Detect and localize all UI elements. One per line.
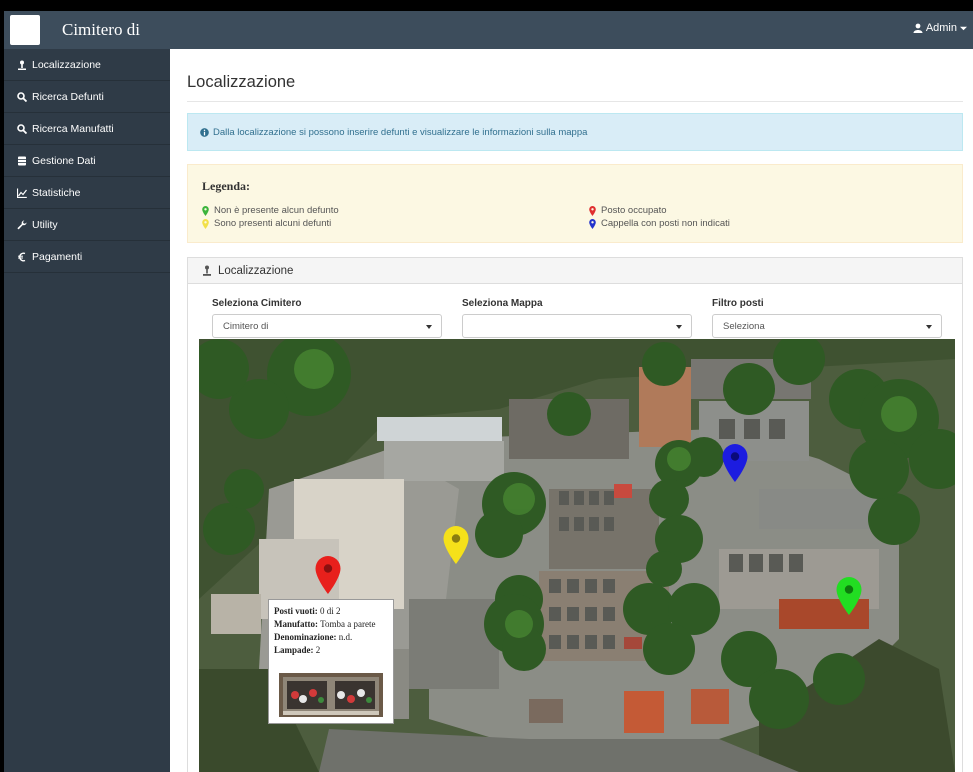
top-navbar: Cimitero di Admin xyxy=(4,11,973,49)
sidebar: Localizzazione Ricerca Defunti Ricerca M… xyxy=(4,49,170,772)
user-icon xyxy=(913,23,923,33)
marker-green-shape xyxy=(836,577,862,615)
mappa-label: Seleziona Mappa xyxy=(462,298,543,309)
popup-manufatto-label: Manufatto: xyxy=(274,619,318,629)
logo[interactable] xyxy=(10,15,40,45)
sidebar-item-label: Utility xyxy=(32,218,58,231)
cimitero-select[interactable]: Cimitero di xyxy=(212,314,442,338)
sidebar-item-statistiche[interactable]: Statistiche xyxy=(4,177,170,209)
marker-blue-shape xyxy=(722,444,748,482)
sidebar-item-gestione-dati[interactable]: Gestione Dati xyxy=(4,145,170,177)
map-marker-icon xyxy=(589,205,596,216)
legend-item-empty: Non è presente alcun defunto xyxy=(202,205,339,216)
popup-lampade: Lampade: 2 xyxy=(274,644,388,657)
brand-title[interactable]: Cimitero di xyxy=(62,20,140,40)
map-marker-icon xyxy=(202,205,209,216)
popup-posti: Posti vuoti: 0 di 2 xyxy=(274,605,388,618)
sidebar-item-label: Ricerca Manufatti xyxy=(32,122,114,135)
marker-popup[interactable]: Posti vuoti: 0 di 2 Manufatto: Tomba a p… xyxy=(268,599,394,724)
sidebar-item-label: Gestione Dati xyxy=(32,154,96,167)
caret-down-icon xyxy=(960,26,967,30)
screen-frame: Cimitero di Admin Localizzazione Ricerca… xyxy=(0,0,973,772)
popup-lampade-label: Lampade: xyxy=(274,645,314,655)
euro-icon xyxy=(18,252,26,261)
filtro-select-value: Seleziona xyxy=(723,320,765,332)
sidebar-item-pagamenti[interactable]: Pagamenti xyxy=(4,241,170,273)
marker-blue-icon[interactable] xyxy=(722,444,748,482)
popup-manufatto: Manufatto: Tomba a parete xyxy=(274,618,388,631)
popup-denominazione-value: n.d. xyxy=(338,632,353,642)
marker-red-shape xyxy=(315,556,341,594)
sidebar-item-localizzazione[interactable]: Localizzazione xyxy=(4,49,170,81)
line-chart-icon xyxy=(17,188,27,198)
wrench-icon xyxy=(17,219,27,229)
sidebar-item-label: Ricerca Defunti xyxy=(32,90,104,103)
tomb-photo[interactable] xyxy=(279,673,383,717)
popup-posti-label: Posti vuoti: xyxy=(274,606,318,616)
search-icon xyxy=(17,123,27,134)
cimitero-select-value: Cimitero di xyxy=(223,320,269,332)
sidebar-item-utility[interactable]: Utility xyxy=(4,209,170,241)
page-title: Localizzazione xyxy=(187,73,296,91)
title-divider xyxy=(187,101,963,102)
filtro-select[interactable]: Seleziona xyxy=(712,314,942,338)
cimitero-label: Seleziona Cimitero xyxy=(212,298,302,309)
popup-manufatto-value: Tomba a parete xyxy=(320,619,376,629)
info-alert: Dalla localizzazione si possono inserire… xyxy=(187,113,963,151)
mappa-select[interactable] xyxy=(462,314,692,338)
sidebar-item-label: Localizzazione xyxy=(32,58,101,71)
popup-lampade-value: 2 xyxy=(315,645,321,655)
popup-denominazione-label: Denominazione: xyxy=(274,632,337,642)
chevron-down-icon xyxy=(926,325,932,329)
popup-posti-value: 0 di 2 xyxy=(320,606,341,616)
legend-title: Legenda: xyxy=(202,179,250,193)
sidebar-item-ricerca-defunti[interactable]: Ricerca Defunti xyxy=(4,81,170,113)
map-marker-icon xyxy=(202,218,209,229)
search-icon xyxy=(17,91,27,102)
popup-denominazione: Denominazione: n.d. xyxy=(274,631,388,644)
marker-green-icon[interactable] xyxy=(836,577,862,615)
chevron-down-icon xyxy=(676,325,682,329)
marker-red-icon[interactable] xyxy=(315,556,341,594)
sidebar-item-ricerca-manufatti[interactable]: Ricerca Manufatti xyxy=(4,113,170,145)
user-menu[interactable]: Admin xyxy=(913,22,967,34)
chevron-down-icon xyxy=(426,325,432,329)
app-window: Cimitero di Admin Localizzazione Ricerca… xyxy=(4,11,973,772)
legend-label: Cappella con posti non indicati xyxy=(601,218,730,229)
panel-title: Localizzazione xyxy=(218,264,294,277)
cemetery-map[interactable]: Posti vuoti: 0 di 2 Manufatto: Tomba a p… xyxy=(199,339,955,772)
info-circle-icon xyxy=(200,127,209,137)
legend-item-chapel: Cappella con posti non indicati xyxy=(589,218,730,229)
legend-label: Sono presenti alcuni defunti xyxy=(214,218,332,229)
legend-label: Posto occupato xyxy=(601,205,667,216)
info-text: Dalla localizzazione si possono inserire… xyxy=(213,126,588,138)
map-marker-icon xyxy=(589,218,596,229)
map-marker-icon xyxy=(18,60,26,70)
marker-yellow-icon[interactable] xyxy=(443,526,469,564)
legend-label: Non è presente alcun defunto xyxy=(214,205,339,216)
database-icon xyxy=(18,156,26,165)
tomb-photo-image xyxy=(279,673,383,717)
sidebar-item-label: Pagamenti xyxy=(32,250,83,263)
user-name: Admin xyxy=(925,22,957,34)
filtro-label: Filtro posti xyxy=(712,298,764,309)
sidebar-item-label: Statistiche xyxy=(32,186,81,199)
panel-header: Localizzazione xyxy=(188,258,962,284)
legend-item-occupied: Posto occupato xyxy=(589,205,667,216)
legend-item-some: Sono presenti alcuni defunti xyxy=(202,218,331,229)
map-marker-icon xyxy=(203,265,211,276)
marker-yellow-shape xyxy=(443,526,469,564)
legend-box: Legenda: Non è presente alcun defunto So… xyxy=(187,164,963,243)
